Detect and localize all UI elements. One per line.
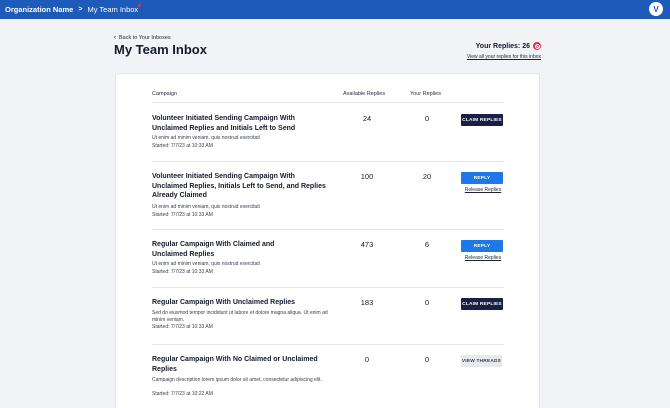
view-threads-button[interactable]: VIEW THREADS (461, 355, 502, 367)
available-replies-count: 100 (360, 172, 374, 181)
available-replies-count: 24 (362, 114, 372, 123)
your-replies-count: Your Replies: 26 (475, 42, 530, 50)
table-row: Volunteer Initiated Sending Campaign Wit… (152, 162, 504, 230)
your-replies-count: 0 (424, 114, 430, 123)
release-replies-link[interactable]: Release Replies (463, 255, 503, 261)
campaign-title[interactable]: Regular Campaign With Unclaimed Replies (152, 298, 332, 308)
breadcrumb-current: My Team Inbox (87, 4, 142, 14)
table-header: Campaign Available Replies Your Replies (152, 91, 504, 103)
release-replies-link[interactable]: Release Replies (463, 187, 503, 193)
campaign-description: Ut enim ad minim veniam, quis nostrud ex… (152, 261, 260, 267)
campaign-started: Started: 7/7/23 at 10:33 AM (152, 143, 213, 149)
breadcrumb-separator-icon: > (78, 6, 83, 13)
notification-dot-icon (138, 4, 142, 7)
campaign-title[interactable]: Volunteer Initiated Sending Campaign Wit… (152, 172, 332, 201)
campaign-started: Started: 7/7/23 at 10:33 AM (152, 212, 213, 218)
campaign-title[interactable]: Volunteer Initiated Sending Campaign Wit… (152, 114, 332, 133)
campaign-description: Campaign description lorem ipsum dolor s… (152, 377, 322, 383)
campaign-started: Started: 7/7/23 at 10:22 AM (152, 391, 213, 397)
back-to-inboxes-link[interactable]: ‹ Back to Your Inboxes (114, 35, 171, 41)
column-header-available-replies: Available Replies (343, 91, 386, 97)
your-replies-count: 20 (422, 172, 432, 181)
campaign-description: Sed do eiusmod tempor incididunt ut labo… (152, 310, 328, 323)
your-replies-count: 0 (424, 298, 430, 307)
reply-button[interactable]: REPLY (461, 172, 503, 184)
column-header-campaign: Campaign (152, 91, 178, 97)
table-row: Regular Campaign With Unclaimed Replies … (152, 288, 504, 345)
table-row: Regular Campaign With Claimed and Unclai… (152, 230, 504, 288)
claim-replies-button[interactable]: CLAIM REPLIES (461, 114, 503, 126)
campaign-started: Started: 7/7/23 at 10:33 AM (152, 324, 213, 330)
your-replies-summary: Your Replies: 26 View all your replies f… (467, 42, 541, 60)
view-all-replies-link[interactable]: View all your replies for this inbox (467, 54, 541, 60)
page-title: My Team Inbox (114, 42, 207, 57)
campaign-description: Ut enim ad minim veniam, quis nostrud ex… (152, 204, 260, 210)
table-row: Volunteer Initiated Sending Campaign Wit… (152, 104, 504, 162)
campaign-title[interactable]: Regular Campaign With No Claimed or Uncl… (152, 355, 332, 374)
available-replies-count: 183 (360, 298, 374, 307)
available-replies-count: 473 (360, 240, 374, 249)
available-replies-count: 0 (364, 355, 370, 364)
campaign-title[interactable]: Regular Campaign With Claimed and Unclai… (152, 240, 282, 259)
table-row: Regular Campaign With No Claimed or Uncl… (152, 345, 504, 408)
chevron-left-icon: ‹ (114, 35, 116, 41)
back-link-label: Back to Your Inboxes (119, 35, 171, 41)
campaign-started: Started: 7/7/23 at 10:33 AM (152, 269, 213, 275)
campaign-table-card: Campaign Available Replies Your Replies … (115, 73, 540, 408)
column-header-your-replies: Your Replies (410, 91, 441, 97)
org-name-link[interactable]: Organization Name (5, 5, 73, 14)
your-replies-count: 6 (424, 240, 430, 249)
your-replies-count: 0 (424, 355, 430, 364)
claim-replies-button[interactable]: CLAIM REPLIES (461, 298, 503, 310)
campaign-description: Ut enim ad minim veniam, quis nostrud ex… (152, 135, 260, 141)
user-avatar[interactable]: V (649, 2, 663, 16)
reply-button[interactable]: REPLY (461, 240, 503, 252)
no-entry-icon (533, 42, 541, 50)
breadcrumb-current-label: My Team Inbox (87, 5, 139, 14)
top-nav-bar: Organization Name > My Team Inbox V (0, 0, 670, 19)
